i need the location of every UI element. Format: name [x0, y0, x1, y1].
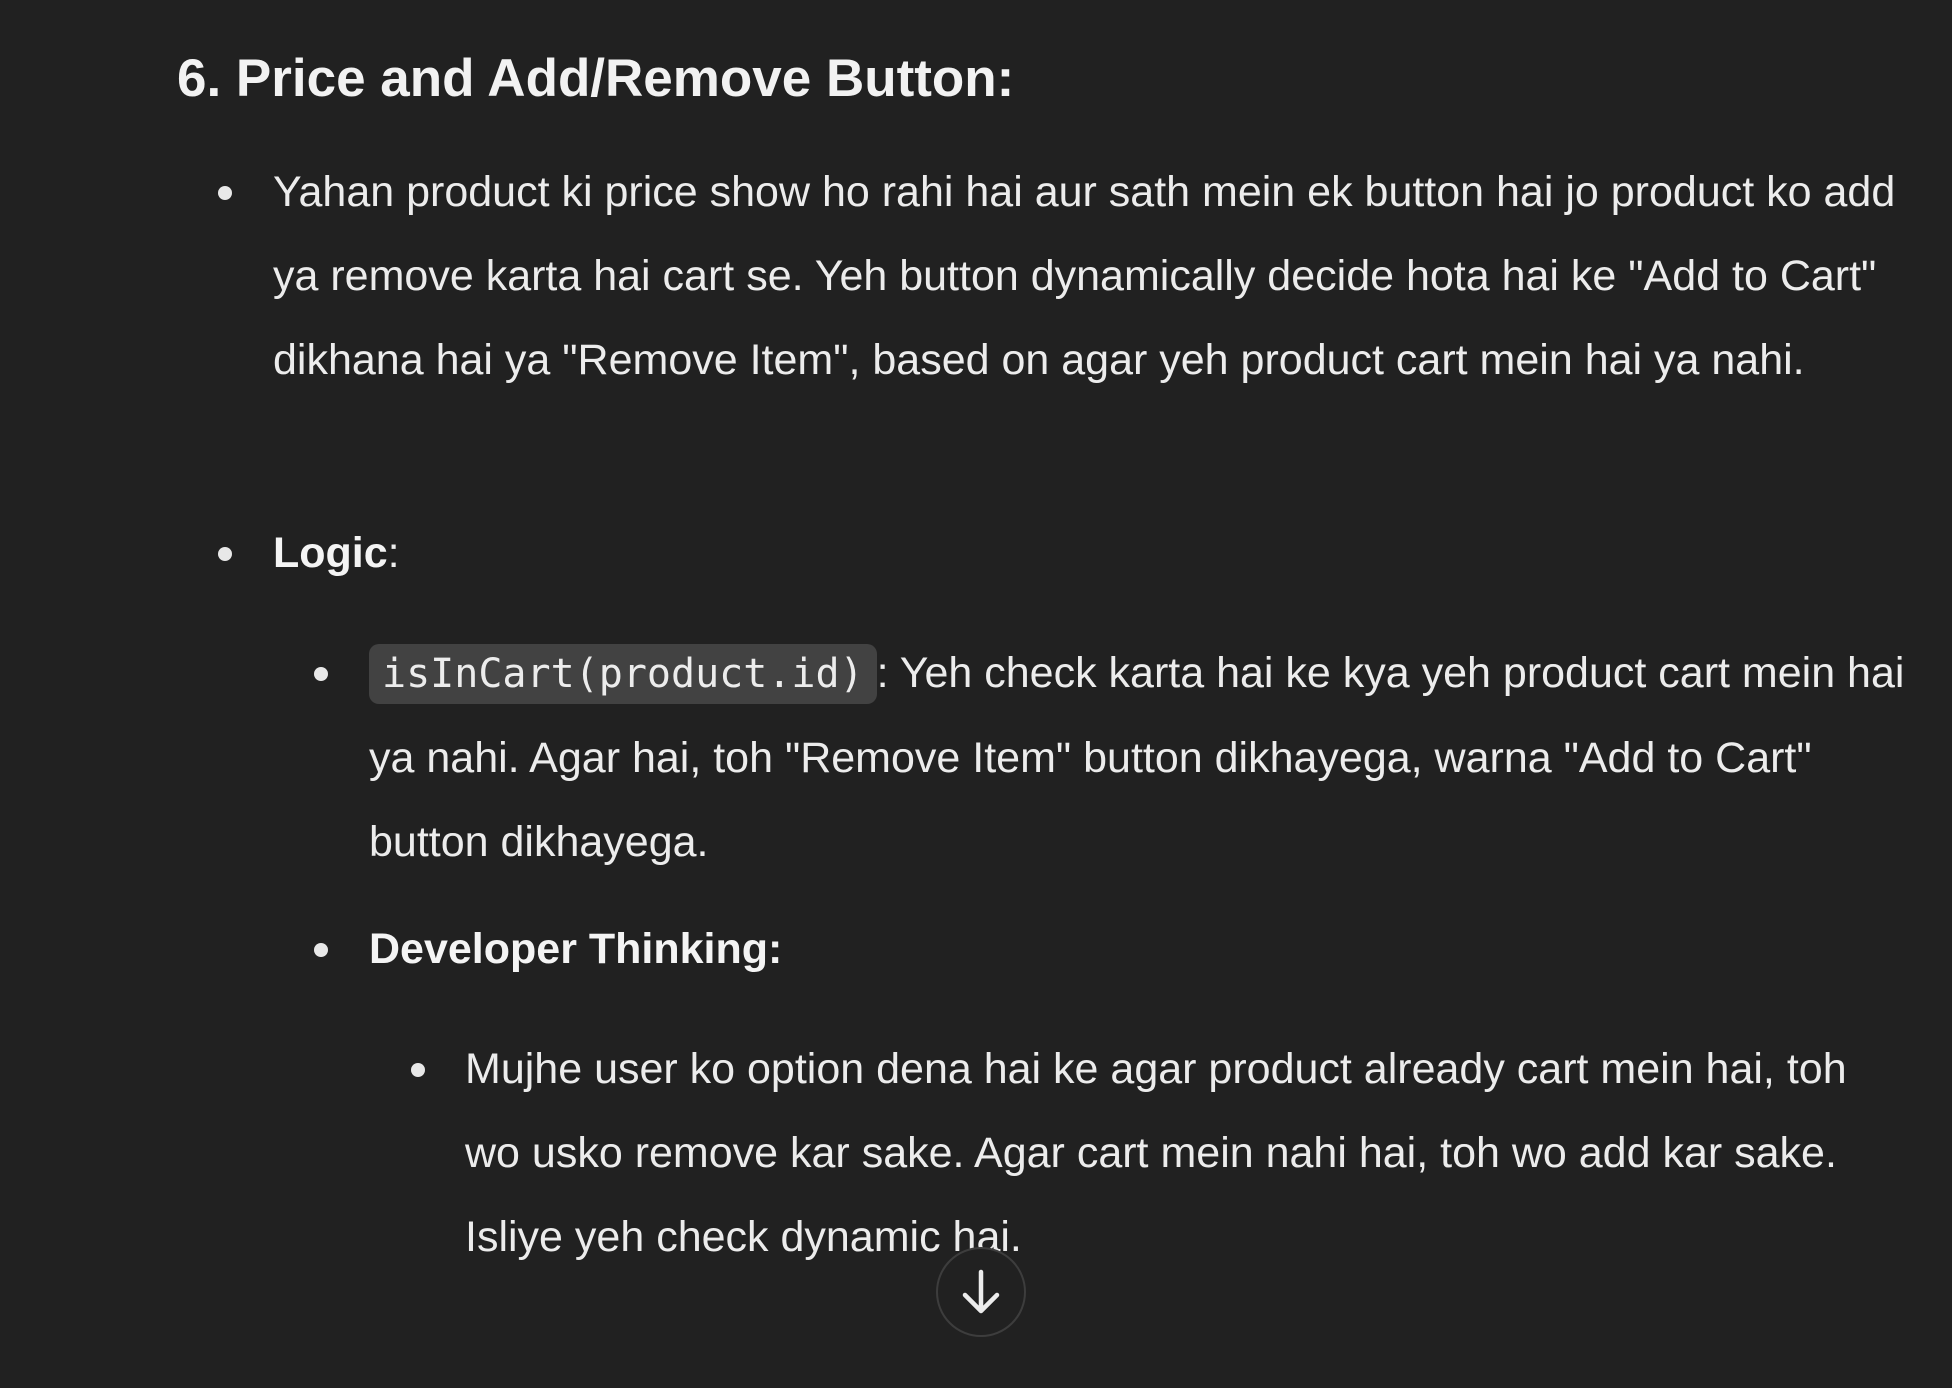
developer-label: Developer Thinking:: [369, 925, 783, 973]
bullet-dot: [314, 667, 328, 681]
arrow-down-icon: [959, 1268, 1003, 1316]
developer-item-paragraph: Mujhe user ko option dena hai ke agar pr…: [465, 1045, 1847, 1261]
developer-label-line: Developer Thinking:: [369, 907, 1929, 991]
logic-item-paragraph: isInCart(product.id): Yeh check karta ha…: [369, 631, 1929, 884]
scroll-to-bottom-button[interactable]: [936, 1247, 1026, 1337]
section-heading: 6. Price and Add/Remove Button:: [177, 49, 1015, 108]
logic-label-line: Logic:: [273, 511, 1913, 595]
logic-colon: :: [387, 529, 400, 577]
bullet-dot: [411, 1063, 425, 1077]
message-content: 6. Price and Add/Remove Button: Yahan pr…: [0, 0, 1952, 1388]
description-paragraph: Yahan product ki price show ho rahi hai …: [273, 168, 1896, 384]
bullet-dot: [314, 943, 328, 957]
logic-label: Logic: [273, 529, 388, 577]
inline-code: isInCart(product.id): [369, 644, 877, 704]
bullet-dot: [218, 547, 232, 561]
bullet-dot: [218, 186, 232, 200]
